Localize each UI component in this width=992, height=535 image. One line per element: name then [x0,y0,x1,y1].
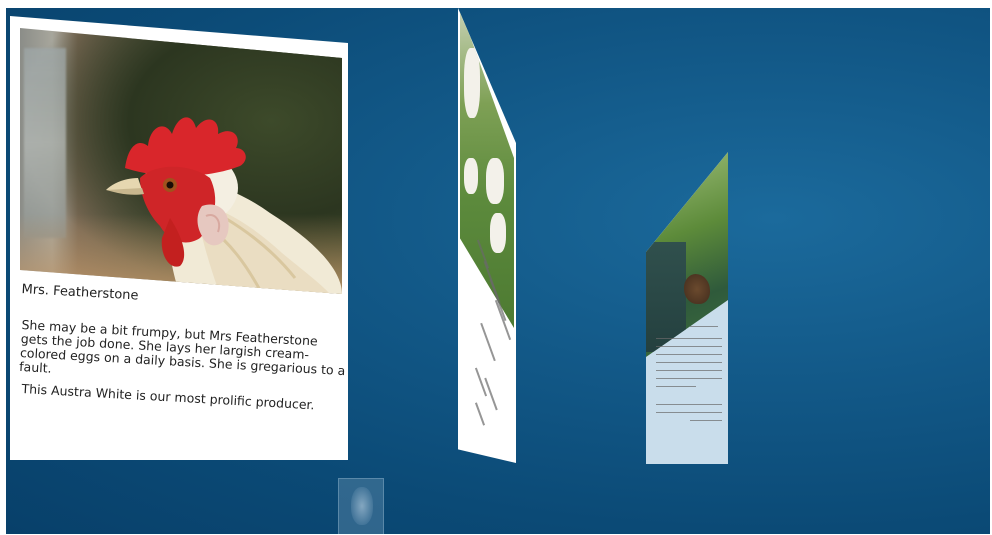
rooster-photo [20,28,342,294]
card-mrs-featherstone[interactable]: Mrs. Featherstone She may be a bit frump… [10,16,348,460]
card-hen-coop[interactable] [646,152,728,464]
card-white-hens[interactable] [458,8,516,463]
card-text-mirrored [652,320,724,460]
rooster-head-illustration [106,117,342,294]
card-text-mirrored [464,239,512,443]
carousel-stage: Mrs. Featherstone She may be a bit frump… [6,8,990,534]
card-description: She may be a bit frumpy, but Mrs Feather… [18,317,346,379]
thumbnail-tile[interactable] [338,478,384,534]
egg-icon [351,487,373,525]
card-title: Mrs. Featherstone [21,282,139,304]
